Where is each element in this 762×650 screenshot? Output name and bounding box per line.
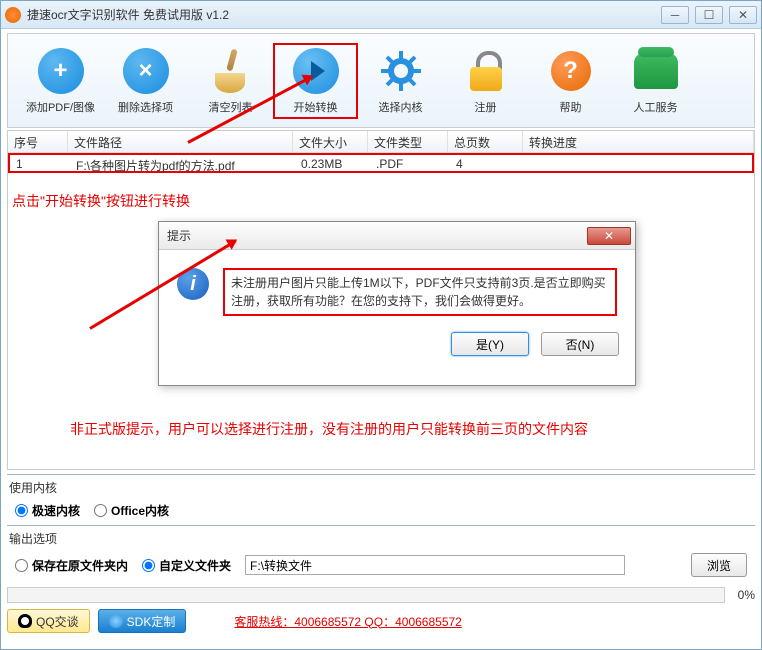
cell-type: .PDF — [370, 155, 450, 171]
cell-pages: 4 — [450, 155, 525, 171]
qq-label: QQ交谈 — [36, 613, 79, 630]
service-button[interactable]: 人工服务 — [613, 47, 698, 115]
engine-office-radio[interactable]: Office内核 — [94, 502, 169, 519]
help-label: 帮助 — [560, 99, 582, 115]
output-custom-label: 自定义文件夹 — [159, 557, 231, 574]
maximize-button[interactable]: ☐ — [695, 6, 723, 24]
phone-icon — [634, 53, 678, 89]
plus-icon: + — [38, 48, 84, 94]
service-label: 人工服务 — [634, 99, 678, 115]
register-label: 注册 — [475, 99, 497, 115]
engine-group-label: 使用内核 — [9, 479, 753, 496]
delete-label: 删除选择项 — [118, 99, 173, 115]
dialog-yes-button[interactable]: 是(Y) — [451, 332, 529, 356]
question-icon: ? — [551, 51, 591, 91]
col-pages[interactable]: 总页数 — [448, 131, 523, 152]
engine-fast-label: 极速内核 — [32, 502, 80, 519]
output-group: 输出选项 保存在原文件夹内 自定义文件夹 浏览 — [7, 525, 755, 583]
main-window: 捷速ocr文字识别软件 免费试用版 v1.2 ─ ☐ ✕ + 添加PDF/图像 … — [0, 0, 762, 650]
cell-size: 0.23MB — [295, 155, 370, 171]
dialog-no-button[interactable]: 否(N) — [541, 332, 619, 356]
play-icon — [293, 48, 339, 94]
progress-area: 0% — [7, 587, 755, 603]
help-button[interactable]: ? 帮助 — [528, 47, 613, 115]
globe-icon — [109, 614, 123, 628]
broom-icon — [211, 49, 251, 93]
output-path-input[interactable] — [245, 555, 625, 575]
output-original-radio[interactable]: 保存在原文件夹内 — [15, 557, 128, 574]
titlebar[interactable]: 捷速ocr文字识别软件 免费试用版 v1.2 ─ ☐ ✕ — [1, 1, 761, 29]
qq-chat-button[interactable]: QQ交谈 — [7, 609, 90, 633]
output-group-label: 输出选项 — [9, 530, 753, 547]
annotation-text-1: 点击"开始转换"按钮进行转换 — [12, 191, 190, 211]
progress-bar — [7, 587, 725, 603]
annotation-text-2: 非正式版提示，用户可以选择进行注册，没有注册的用户只能转换前三页的文件内容 — [70, 419, 588, 439]
toolbar: + 添加PDF/图像 × 删除选择项 清空列表 开始转换 选择内核 注册 ? 帮… — [7, 33, 755, 128]
lock-icon — [468, 51, 504, 91]
engine-office-label: Office内核 — [111, 502, 169, 519]
close-button[interactable]: ✕ — [729, 6, 757, 24]
cell-path: F:\各种图片转为pdf的方法.pdf — [70, 155, 295, 171]
delete-button[interactable]: × 删除选择项 — [103, 47, 188, 115]
col-size[interactable]: 文件大小 — [293, 131, 368, 152]
progress-text: 0% — [731, 588, 755, 602]
col-seq[interactable]: 序号 — [8, 131, 68, 152]
file-table: 序号 文件路径 文件大小 文件类型 总页数 转换进度 1 F:\各种图片转为pd… — [7, 130, 755, 470]
table-header: 序号 文件路径 文件大小 文件类型 总页数 转换进度 — [8, 131, 754, 153]
engine-office-input[interactable] — [94, 504, 107, 517]
col-path[interactable]: 文件路径 — [68, 131, 293, 152]
table-row[interactable]: 1 F:\各种图片转为pdf的方法.pdf 0.23MB .PDF 4 — [8, 153, 754, 173]
engine-label: 选择内核 — [379, 99, 423, 115]
engine-fast-radio[interactable]: 极速内核 — [15, 502, 80, 519]
dialog-close-button[interactable]: ✕ — [587, 227, 631, 245]
footer: QQ交谈 SDK定制 客服热线：4006685572 QQ：4006685572 — [7, 609, 755, 633]
output-custom-radio[interactable]: 自定义文件夹 — [142, 557, 231, 574]
cell-seq: 1 — [10, 155, 70, 171]
sdk-button[interactable]: SDK定制 — [98, 609, 187, 633]
dialog-message: 未注册用户图片只能上传1M以下，PDF文件只支持前3页.是否立即购买注册，获取所… — [223, 268, 617, 316]
start-label: 开始转换 — [294, 99, 338, 115]
select-engine-button[interactable]: 选择内核 — [358, 47, 443, 115]
col-type[interactable]: 文件类型 — [368, 131, 448, 152]
output-custom-input[interactable] — [142, 559, 155, 572]
output-original-input[interactable] — [15, 559, 28, 572]
browse-button[interactable]: 浏览 — [691, 553, 747, 577]
col-progress[interactable]: 转换进度 — [523, 131, 754, 152]
add-file-button[interactable]: + 添加PDF/图像 — [18, 47, 103, 115]
sdk-label: SDK定制 — [127, 613, 176, 630]
penguin-icon — [18, 614, 32, 628]
engine-fast-input[interactable] — [15, 504, 28, 517]
add-label: 添加PDF/图像 — [26, 99, 95, 115]
register-button[interactable]: 注册 — [443, 47, 528, 115]
minimize-button[interactable]: ─ — [661, 6, 689, 24]
gear-icon — [379, 49, 423, 93]
hotline-link[interactable]: 客服热线：4006685572 QQ：4006685572 — [234, 613, 461, 630]
app-icon — [5, 7, 21, 23]
engine-group: 使用内核 极速内核 Office内核 — [7, 474, 755, 525]
x-icon: × — [123, 48, 169, 94]
window-title: 捷速ocr文字识别软件 免费试用版 v1.2 — [27, 6, 661, 23]
output-original-label: 保存在原文件夹内 — [32, 557, 128, 574]
